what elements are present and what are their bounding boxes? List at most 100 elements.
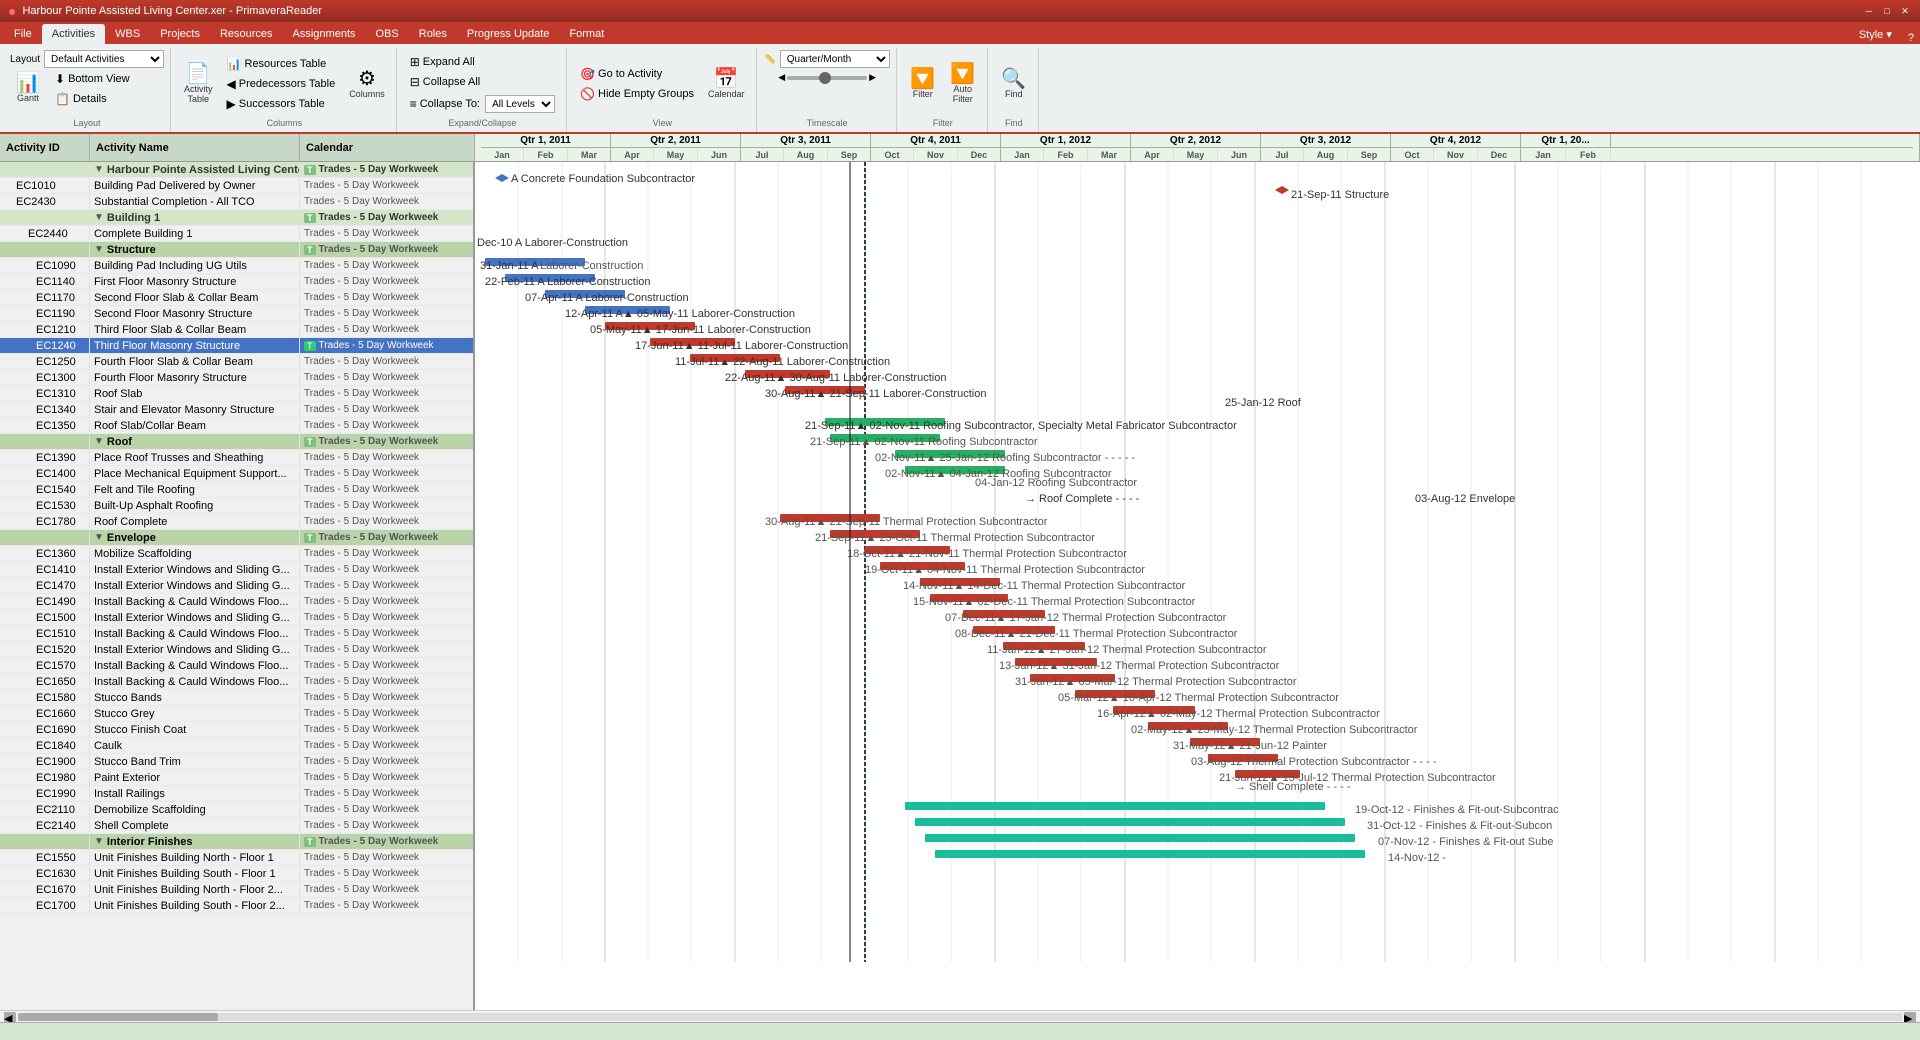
gantt-label: 12-Apr-11 A▲ 05-May-11 Laborer-Construct…	[565, 308, 795, 320]
collapse-to-dropdown[interactable]: All Levels	[485, 95, 555, 113]
close-btn[interactable]: ✕	[1898, 4, 1912, 18]
minimize-btn[interactable]: ─	[1862, 4, 1876, 18]
table-row[interactable]: EC2440 Complete Building 1 Trades - 5 Da…	[0, 226, 473, 242]
left-panel: ▼Harbour Pointe Assisted Living Center T…	[0, 162, 475, 1010]
table-row[interactable]: EC1140 First Floor Masonry Structure Tra…	[0, 274, 473, 290]
gantt-label: 18-Oct-11▲ 21-Nov-11 Thermal Protection …	[847, 548, 1127, 560]
tab-file[interactable]: File	[4, 24, 42, 44]
table-row[interactable]: EC1650 Install Backing & Cauld Windows F…	[0, 674, 473, 690]
table-row[interactable]: EC1010 Building Pad Delivered by Owner T…	[0, 178, 473, 194]
calendar-header: Calendar	[300, 134, 475, 161]
tab-roles[interactable]: Roles	[409, 24, 457, 44]
table-row[interactable]: EC1510 Install Backing & Cauld Windows F…	[0, 626, 473, 642]
timescale-dropdown[interactable]: Quarter/Month	[780, 50, 890, 68]
auto-filter-button[interactable]: 🔽 Auto Filter	[945, 61, 981, 107]
table-row[interactable]: EC1840 Caulk Trades - 5 Day Workweek	[0, 738, 473, 754]
table-row[interactable]: EC1780 Roof Complete Trades - 5 Day Work…	[0, 514, 473, 530]
help-icon[interactable]: ?	[1902, 32, 1920, 44]
building1-group-row[interactable]: ▼Building 1 TTrades - 5 Day Workweek	[0, 210, 473, 226]
table-row[interactable]: EC1990 Install Railings Trades - 5 Day W…	[0, 786, 473, 802]
table-row[interactable]: EC1470 Install Exterior Windows and Slid…	[0, 578, 473, 594]
table-row[interactable]: EC2110 Demobilize Scaffolding Trades - 5…	[0, 802, 473, 818]
scroll-right[interactable]: ▶	[1904, 1012, 1916, 1022]
table-row[interactable]: EC1660 Stucco Grey Trades - 5 Day Workwe…	[0, 706, 473, 722]
tab-progress-update[interactable]: Progress Update	[457, 24, 560, 44]
layout-dropdown[interactable]: Default Activities	[44, 50, 164, 68]
table-row[interactable]: EC1490 Install Backing & Cauld Windows F…	[0, 594, 473, 610]
table-row[interactable]: EC1670 Unit Finishes Building North - Fl…	[0, 882, 473, 898]
hide-empty-groups-button[interactable]: 🚫 Hide Empty Groups	[575, 85, 699, 103]
table-row[interactable]: EC2140 Shell Complete Trades - 5 Day Wor…	[0, 818, 473, 834]
table-row[interactable]: EC1980 Paint Exterior Trades - 5 Day Wor…	[0, 770, 473, 786]
table-row[interactable]: EC1390 Place Roof Trusses and Sheathing …	[0, 450, 473, 466]
bottom-view-button[interactable]: ⬇ Bottom View	[50, 70, 135, 88]
table-row[interactable]: EC2430 Substantial Completion - All TCO …	[0, 194, 473, 210]
table-row[interactable]: EC1700 Unit Finishes Building South - Fl…	[0, 898, 473, 914]
table-row[interactable]: EC1190 Second Floor Masonry Structure Tr…	[0, 306, 473, 322]
table-row[interactable]: EC1630 Unit Finishes Building South - Fl…	[0, 866, 473, 882]
scroll-left[interactable]: ◀	[4, 1012, 16, 1022]
table-row[interactable]: EC1250 Fourth Floor Slab & Collar Beam T…	[0, 354, 473, 370]
maximize-btn[interactable]: □	[1880, 4, 1894, 18]
table-row[interactable]: EC1310 Roof Slab Trades - 5 Day Workweek	[0, 386, 473, 402]
horizontal-scrollbar[interactable]: ◀ ▶	[0, 1010, 1920, 1022]
table-row[interactable]: EC1550 Unit Finishes Building North - Fl…	[0, 850, 473, 866]
successors-table-button[interactable]: ▶ Successors Table	[222, 95, 341, 113]
collapse-all-button[interactable]: ⊟ Collapse All	[405, 73, 560, 91]
table-row[interactable]: EC1210 Third Floor Slab & Collar Beam Tr…	[0, 322, 473, 338]
tab-resources[interactable]: Resources	[210, 24, 283, 44]
gantt-label: 02-Nov-11▲ 25-Jan-12 Roofing Subcontract…	[875, 452, 1135, 464]
filter-button[interactable]: 🔽 Filter	[905, 66, 941, 102]
ec1240-row[interactable]: EC1240 Third Floor Masonry Structure TTr…	[0, 338, 473, 354]
expand-all-button[interactable]: ⊞ Expand All	[405, 53, 560, 71]
project-header-row[interactable]: ▼Harbour Pointe Assisted Living Center T…	[0, 162, 473, 178]
collapse-to-button[interactable]: ≡ Collapse To: All Levels	[405, 93, 560, 115]
title-bar: ● Harbour Pointe Assisted Living Center.…	[0, 0, 1920, 22]
main-content: Activity ID Activity Name Calendar Qtr 1…	[0, 134, 1920, 1040]
gantt-label: 31-May-12▲ 21-Jun-12 Painter	[1173, 740, 1327, 752]
tab-format[interactable]: Format	[559, 24, 614, 44]
table-row[interactable]: EC1500 Install Exterior Windows and Slid…	[0, 610, 473, 626]
go-to-activity-button[interactable]: 🎯 Go to Activity	[575, 65, 699, 83]
find-button[interactable]: 🔍 Find	[996, 66, 1032, 102]
table-row[interactable]: EC1300 Fourth Floor Masonry Structure Tr…	[0, 370, 473, 386]
columns-button[interactable]: ⚙ Columns	[344, 66, 390, 102]
tab-assignments[interactable]: Assignments	[283, 24, 366, 44]
tab-wbs[interactable]: WBS	[105, 24, 150, 44]
table-row[interactable]: EC1520 Install Exterior Windows and Slid…	[0, 642, 473, 658]
interior-finishes-group-row[interactable]: ▼Interior Finishes TTrades - 5 Day Workw…	[0, 834, 473, 850]
structure-group-row[interactable]: ▼Structure TTrades - 5 Day Workweek	[0, 242, 473, 258]
tab-activities[interactable]: Activities	[42, 24, 105, 44]
table-row[interactable]: EC1900 Stucco Band Trim Trades - 5 Day W…	[0, 754, 473, 770]
gantt-label: 13-Jan-12▲ 31-Jan-12 Thermal Protection …	[999, 660, 1280, 672]
activity-table-button[interactable]: 📄 Activity Table	[179, 61, 218, 107]
status-bar	[0, 1022, 1920, 1040]
table-row[interactable]: EC1540 Felt and Tile Roofing Trades - 5 …	[0, 482, 473, 498]
table-row[interactable]: EC1690 Stucco Finish Coat Trades - 5 Day…	[0, 722, 473, 738]
gantt-label: 17-Jun-11▲ 11-Jul-11 Laborer-Constructio…	[635, 340, 848, 352]
roof-group-row[interactable]: ▼Roof TTrades - 5 Day Workweek	[0, 434, 473, 450]
timescale-group: 📏 Quarter/Month ◀ ▶ Timescale	[759, 48, 897, 132]
table-row[interactable]: EC1350 Roof Slab/Collar Beam Trades - 5 …	[0, 418, 473, 434]
table-row[interactable]: EC1580 Stucco Bands Trades - 5 Day Workw…	[0, 690, 473, 706]
envelope-group-row[interactable]: ▼Envelope TTrades - 5 Day Workweek	[0, 530, 473, 546]
find-group: 🔍 Find Find	[990, 48, 1039, 132]
predecessors-table-button[interactable]: ◀ Predecessors Table	[222, 75, 341, 93]
table-row[interactable]: EC1410 Install Exterior Windows and Slid…	[0, 562, 473, 578]
tab-projects[interactable]: Projects	[150, 24, 210, 44]
tab-obs[interactable]: OBS	[366, 24, 409, 44]
gantt-label: 21-Sep-11▲ 02-Nov-11 Roofing Subcontract…	[810, 436, 1038, 448]
table-row[interactable]: EC1570 Install Backing & Cauld Windows F…	[0, 658, 473, 674]
calendar-button[interactable]: 📅 Calendar	[703, 66, 750, 102]
gantt-button[interactable]: 📊 Gantt	[10, 70, 46, 106]
table-row[interactable]: EC1340 Stair and Elevator Masonry Struct…	[0, 402, 473, 418]
table-row[interactable]: EC1090 Building Pad Including UG Utils T…	[0, 258, 473, 274]
table-row[interactable]: EC1400 Place Mechanical Equipment Suppor…	[0, 466, 473, 482]
table-row[interactable]: EC1530 Built-Up Asphalt Roofing Trades -…	[0, 498, 473, 514]
resources-table-button[interactable]: 📊 Resources Table	[222, 55, 341, 73]
gantt-label: 19-Oct-12 - Finishes & Fit-out-Subcontra…	[1355, 804, 1559, 816]
details-button[interactable]: 📋 Details	[50, 90, 135, 108]
table-row[interactable]: EC1360 Mobilize Scaffolding Trades - 5 D…	[0, 546, 473, 562]
table-row[interactable]: EC1170 Second Floor Slab & Collar Beam T…	[0, 290, 473, 306]
tab-style[interactable]: Style ▾	[1849, 24, 1902, 44]
